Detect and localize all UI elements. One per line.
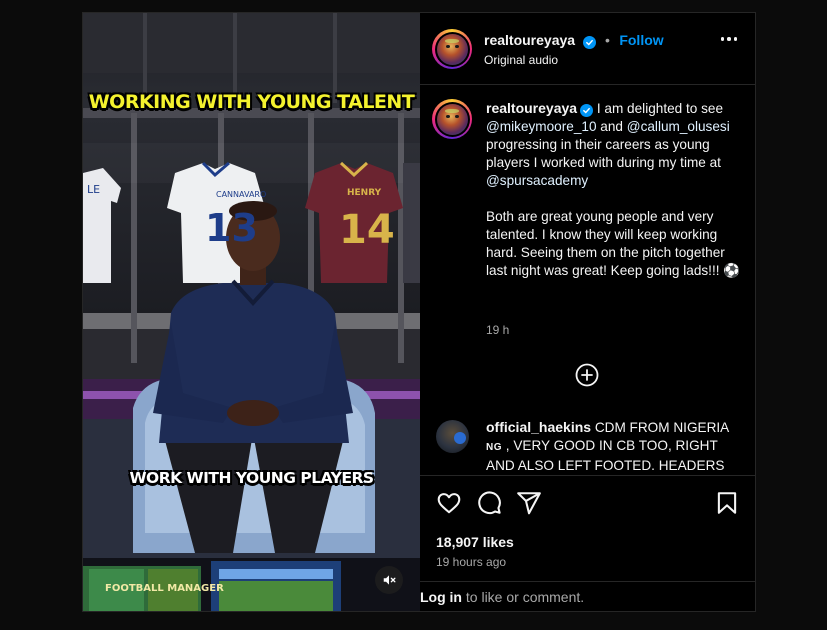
likes-count[interactable]: 18,907 likes	[436, 534, 514, 550]
commenter-avatar[interactable]	[436, 420, 469, 453]
audio-label[interactable]: Original audio	[484, 53, 558, 67]
book-title: FOOTBALL MANAGER	[105, 583, 224, 594]
commenter-username[interactable]: official_haekins	[486, 419, 591, 435]
caption-text-2: and	[596, 119, 623, 134]
load-more-comments-icon[interactable]	[575, 363, 599, 387]
caption-text-1: I am delighted to see	[593, 101, 724, 116]
login-link[interactable]: Log in	[420, 589, 462, 605]
comment-item: official_haekins CDM FROM NIGERIA NG , V…	[486, 418, 741, 475]
mute-button[interactable]	[375, 566, 403, 594]
comment-text: CDM FROM NIGERIA	[591, 420, 729, 435]
post-modal: WORKING WITH YOUNG TALENT WORK WITH YOUN…	[82, 12, 756, 612]
verified-badge-icon	[582, 36, 596, 49]
heart-icon[interactable]	[436, 490, 462, 516]
post-side-panel: realtoureyaya • Follow Original audio re…	[420, 13, 755, 611]
post-caption: realtoureyaya I am delighted to see @mik…	[486, 99, 741, 280]
more-options-icon[interactable]	[720, 37, 737, 41]
comment-icon[interactable]	[476, 490, 502, 516]
comments-section: realtoureyaya I am delighted to see @mik…	[420, 85, 755, 475]
nigeria-flag-icon: NG	[486, 442, 502, 453]
caption-paragraph-2: Both are great young people and very tal…	[486, 209, 741, 278]
login-prompt-text: to like or comment.	[462, 589, 585, 605]
login-prompt: Log in to like or comment.	[420, 581, 755, 611]
caption-text-3: progressing in their careers as young pl…	[486, 137, 721, 170]
jersey-number-14: 14	[339, 207, 395, 253]
author-avatar[interactable]	[432, 29, 472, 69]
caption-author-avatar[interactable]	[432, 99, 472, 139]
post-actions: 18,907 likes 19 hours ago Log in to like…	[420, 475, 755, 611]
follow-button[interactable]: Follow	[619, 32, 663, 48]
caption-timestamp[interactable]: 19 h	[486, 323, 509, 337]
jersey-name-cannavaro: CANNAVARO	[216, 190, 266, 199]
caption-username[interactable]: realtoureyaya	[486, 100, 577, 116]
bookmark-icon[interactable]	[714, 490, 740, 516]
jersey-letters-left: LE	[87, 183, 100, 196]
share-icon[interactable]	[516, 490, 542, 516]
muted-speaker-icon	[383, 575, 396, 585]
mention-link[interactable]: @callum_olusesi	[627, 119, 730, 134]
post-header: realtoureyaya • Follow Original audio	[420, 13, 755, 85]
verified-badge-icon	[580, 104, 594, 117]
post-timestamp[interactable]: 19 hours ago	[436, 555, 506, 569]
reel-video[interactable]: WORKING WITH YOUNG TALENT WORK WITH YOUN…	[83, 13, 420, 611]
author-username[interactable]: realtoureyaya	[484, 32, 575, 48]
jersey-name-henry: HENRY	[347, 188, 382, 198]
video-text-layer: CANNAVARO 13 HENRY 14 LE FOOTBALL MANAGE…	[87, 183, 395, 594]
mention-link[interactable]: @mikeymoore_10	[486, 119, 597, 134]
jersey-number-13: 13	[205, 206, 258, 250]
mention-link[interactable]: @spursacademy	[486, 173, 588, 188]
comment-text-continued: , VERY GOOD IN CB TOO, RIGHT AND ALSO LE…	[486, 438, 725, 473]
separator-dot: •	[604, 32, 610, 48]
